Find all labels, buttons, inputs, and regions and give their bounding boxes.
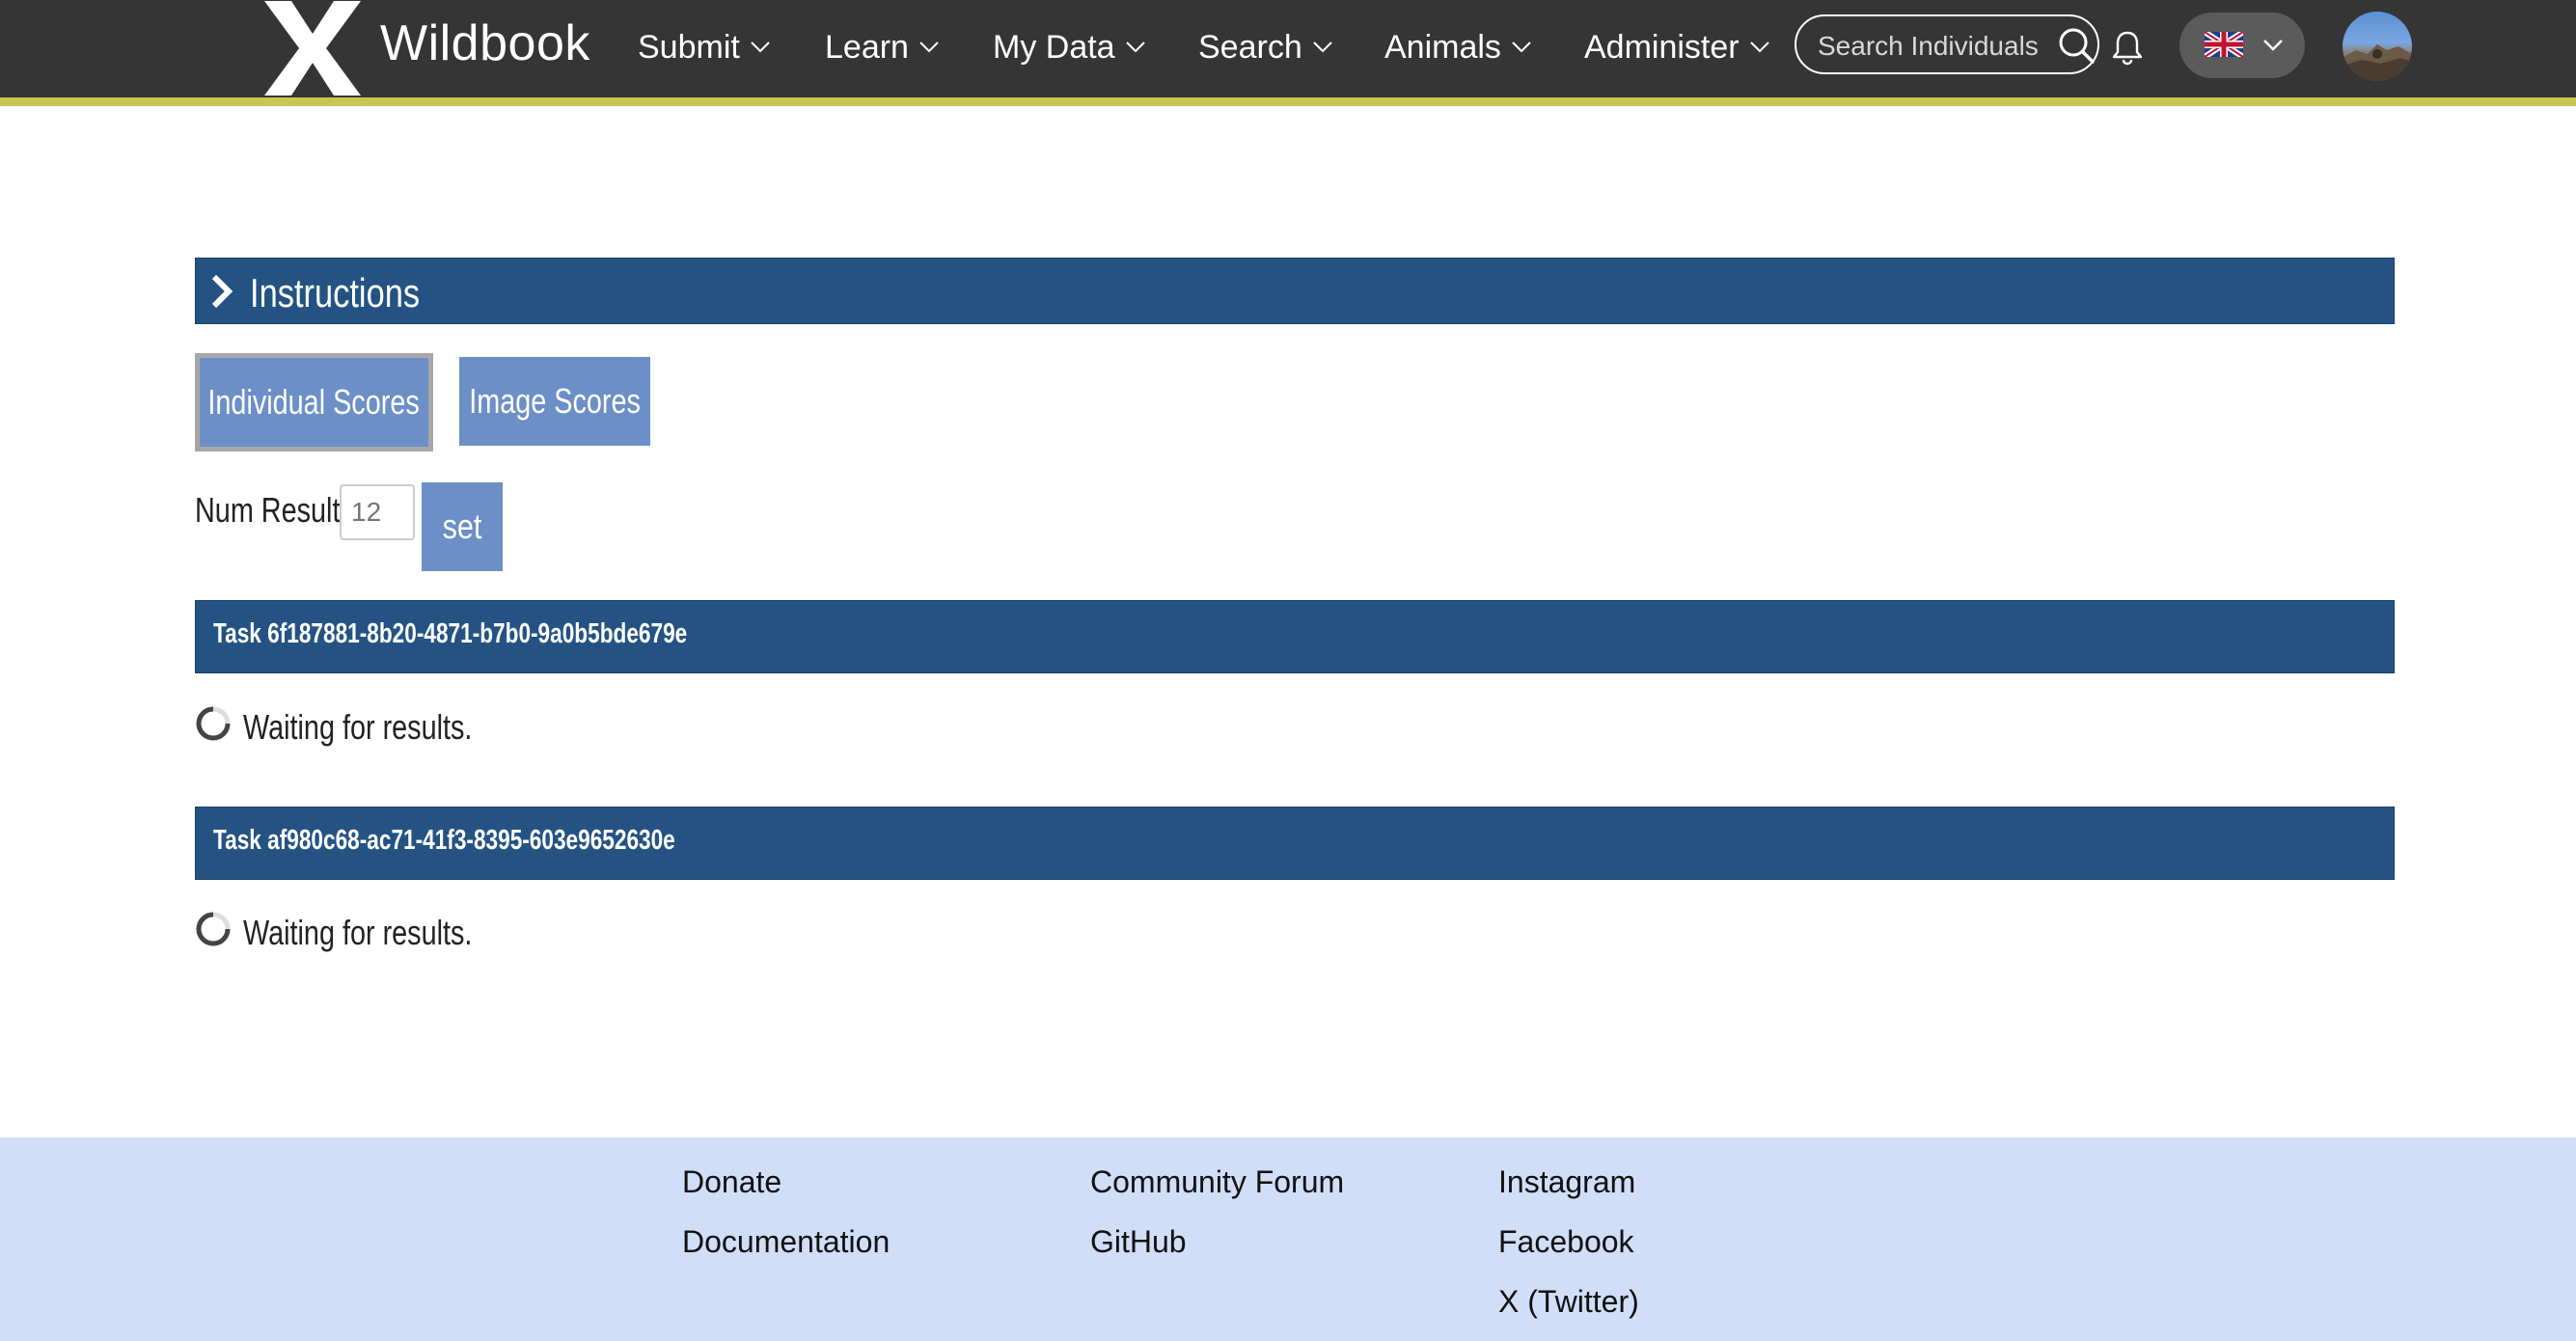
navbar-accent-stripe <box>0 97 2576 106</box>
instructions-label: Instructions <box>250 270 421 315</box>
nav-search-label: Search <box>1198 28 1302 66</box>
notification-bell-icon[interactable] <box>2111 29 2144 66</box>
avatar-photo-icon <box>2343 44 2412 81</box>
tab-image-scores-label: Image Scores <box>469 381 641 421</box>
nav-my-data-label: My Data <box>993 28 1115 66</box>
task-title: Task af980c68-ac71-41f3-8395-603e9652630… <box>213 825 675 856</box>
nav-submit[interactable]: Submit <box>638 25 771 69</box>
nav-administer-label: Administer <box>1584 28 1740 66</box>
nav-submit-label: Submit <box>638 28 740 66</box>
footer-link-documentation[interactable]: Documentation <box>682 1224 890 1260</box>
wildbook-x-logo-icon <box>264 1 361 96</box>
uk-flag-icon <box>2205 32 2243 57</box>
chevron-right-icon <box>211 274 233 309</box>
task-header: Task af980c68-ac71-41f3-8395-603e9652630… <box>195 807 2395 880</box>
footer-link-github[interactable]: GitHub <box>1090 1224 1187 1260</box>
page-footer: Donate Documentation Community Forum Git… <box>0 1137 2576 1341</box>
tab-individual-scores-label: Individual Scores <box>207 382 421 422</box>
set-button-label: set <box>442 506 482 546</box>
nav-animals-label: Animals <box>1384 28 1501 66</box>
num-results-label: Num Results: <box>195 490 362 530</box>
wildbook-logo[interactable] <box>264 0 361 96</box>
chevron-down-icon <box>2263 40 2283 51</box>
chevron-down-icon <box>1313 41 1332 53</box>
task-status: Waiting for results. <box>243 707 473 747</box>
loading-spinner-icon <box>196 912 231 946</box>
nav-animals[interactable]: Animals <box>1384 25 1532 69</box>
chevron-down-icon <box>751 41 770 53</box>
top-navbar: Wildbook Submit Learn My Data Search Ani… <box>0 0 2576 97</box>
brand-name[interactable]: Wildbook <box>380 14 590 72</box>
footer-link-community-forum[interactable]: Community Forum <box>1090 1164 1344 1200</box>
search-icon[interactable] <box>2057 26 2096 65</box>
nav-administer[interactable]: Administer <box>1584 25 1770 69</box>
task-header: Task 6f187881-8b20-4871-b7b0-9a0b5bde679… <box>195 600 2395 673</box>
nav-my-data[interactable]: My Data <box>993 25 1146 69</box>
nav-learn-label: Learn <box>825 28 909 66</box>
loading-spinner-icon <box>196 706 231 741</box>
num-results-input[interactable] <box>340 484 415 540</box>
task-title: Task 6f187881-8b20-4871-b7b0-9a0b5bde679… <box>213 618 688 649</box>
set-button[interactable]: set <box>422 482 503 571</box>
search-individuals-box <box>1795 14 2099 74</box>
instructions-toggle[interactable]: Instructions <box>195 258 2395 324</box>
tab-individual-scores[interactable]: Individual Scores <box>195 353 433 452</box>
footer-link-facebook[interactable]: Facebook <box>1498 1224 1634 1260</box>
nav-learn[interactable]: Learn <box>825 25 940 69</box>
nav-search[interactable]: Search <box>1198 25 1333 69</box>
search-individuals-input[interactable] <box>1816 27 2051 66</box>
chevron-down-icon <box>1125 41 1145 53</box>
chevron-down-icon <box>919 41 939 53</box>
footer-link-x-twitter[interactable]: X (Twitter) <box>1498 1284 1639 1320</box>
chevron-down-icon <box>1512 41 1531 53</box>
footer-link-instagram[interactable]: Instagram <box>1498 1164 1635 1200</box>
language-selector[interactable] <box>2179 13 2305 78</box>
task-status: Waiting for results. <box>243 913 473 952</box>
footer-link-donate[interactable]: Donate <box>682 1164 781 1200</box>
tab-image-scores[interactable]: Image Scores <box>459 357 650 446</box>
user-avatar[interactable] <box>2343 12 2412 81</box>
chevron-down-icon <box>1749 41 1769 53</box>
